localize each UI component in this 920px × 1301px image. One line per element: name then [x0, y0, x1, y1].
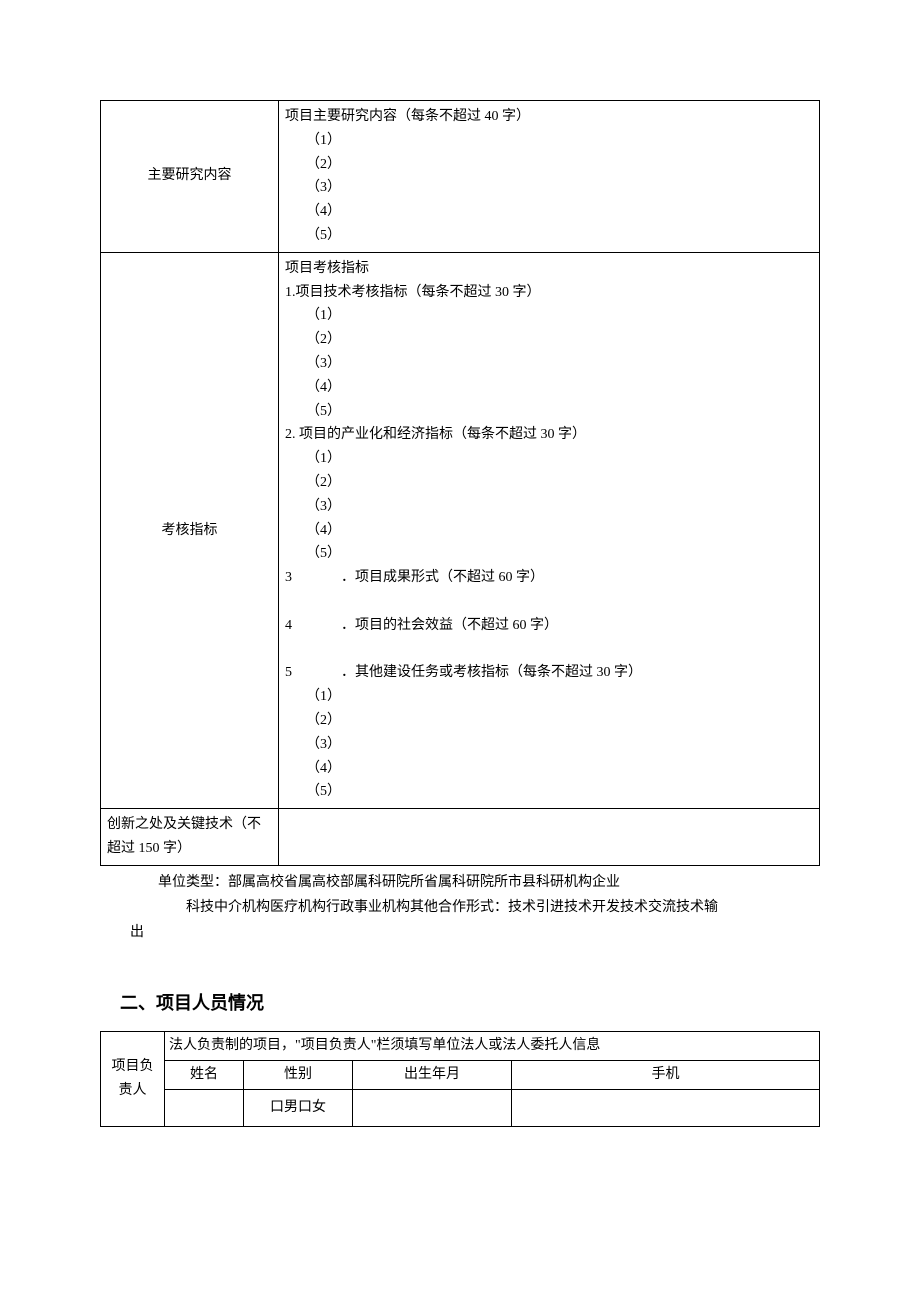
col-header-name: 姓名 [165, 1061, 244, 1090]
value-birth[interactable] [353, 1089, 512, 1126]
table-row: 创新之处及关键技术（不超过 150 字） [101, 809, 820, 866]
table-row: 主要研究内容 项目主要研究内容（每条不超过 40 字） （1） （2） （3） … [101, 101, 820, 253]
list-item: （2） [285, 471, 813, 495]
note-line-3: 出 [130, 920, 800, 945]
section-4-text: ．项目的社会效益（不超过 60 字） [341, 618, 558, 633]
col-header-phone: 手机 [512, 1061, 820, 1090]
section-2-title: 2. 项目的产业化和经济指标（每条不超过 30 字） [285, 423, 813, 447]
section-4-num: 4 [285, 614, 341, 638]
section-1-title: 1.项目技术考核指标（每条不超过 30 字） [285, 281, 813, 305]
list-item: （5） [285, 400, 813, 424]
list-item: （5） [285, 780, 813, 804]
label-project-leader: 项目负责人 [101, 1032, 165, 1127]
note-line-2: 科技中介机构医疗机构行政事业机构其他合作形式：技术引进技术开发技术交流技术输 [130, 895, 800, 920]
label-main-research: 主要研究内容 [101, 101, 279, 253]
content-main-research: 项目主要研究内容（每条不超过 40 字） （1） （2） （3） （4） （5） [279, 101, 820, 253]
list-item: （3） [285, 733, 813, 757]
blank-line [285, 590, 813, 614]
list-item: （4） [285, 519, 813, 543]
col-header-birth: 出生年月 [353, 1061, 512, 1090]
list-item: （1） [285, 129, 813, 153]
label-assessment: 考核指标 [101, 252, 279, 808]
value-name[interactable] [165, 1089, 244, 1126]
section-2-heading: 二、项目人员情况 [120, 989, 820, 1015]
note-line-1: 单位类型：部属高校省属高校部属科研院所省属科研院所市县科研机构企业 [130, 870, 800, 895]
research-header: 项目主要研究内容（每条不超过 40 字） [285, 105, 813, 129]
section-3-title: 3．项目成果形式（不超过 60 字） [285, 566, 813, 590]
form-table-1: 主要研究内容 项目主要研究内容（每条不超过 40 字） （1） （2） （3） … [100, 100, 820, 866]
list-item: （4） [285, 376, 813, 400]
section-5-text: ．其他建设任务或考核指标（每条不超过 30 字） [341, 665, 642, 680]
list-item: （2） [285, 709, 813, 733]
section-5-num: 5 [285, 661, 341, 685]
list-item: （1） [285, 304, 813, 328]
unit-type-notes: 单位类型：部属高校省属高校部属科研院所省属科研院所市县科研机构企业 科技中介机构… [100, 866, 820, 950]
assessment-header: 项目考核指标 [285, 257, 813, 281]
table-row: 考核指标 项目考核指标 1.项目技术考核指标（每条不超过 30 字） （1） （… [101, 252, 820, 808]
list-item: （4） [285, 757, 813, 781]
blank-line [285, 638, 813, 662]
content-assessment: 项目考核指标 1.项目技术考核指标（每条不超过 30 字） （1） （2） （3… [279, 252, 820, 808]
col-header-gender: 性别 [244, 1061, 353, 1090]
table-row: 口男口女 [101, 1089, 820, 1126]
section-4-title: 4．项目的社会效益（不超过 60 字） [285, 614, 813, 638]
form-table-2: 项目负责人 法人负责制的项目，"项目负责人"栏须填写单位法人或法人委托人信息 姓… [100, 1031, 820, 1127]
list-item: （5） [285, 224, 813, 248]
content-innovation [279, 809, 820, 866]
value-phone[interactable] [512, 1089, 820, 1126]
list-item: （3） [285, 176, 813, 200]
section-3-text: ．项目成果形式（不超过 60 字） [341, 570, 544, 585]
list-item: （1） [285, 447, 813, 471]
table-row: 姓名 性别 出生年月 手机 [101, 1061, 820, 1090]
section-3-num: 3 [285, 566, 341, 590]
list-item: （4） [285, 200, 813, 224]
list-item: （5） [285, 542, 813, 566]
list-item: （3） [285, 495, 813, 519]
list-item: （2） [285, 153, 813, 177]
list-item: （3） [285, 352, 813, 376]
value-gender[interactable]: 口男口女 [244, 1089, 353, 1126]
table-row: 项目负责人 法人负责制的项目，"项目负责人"栏须填写单位法人或法人委托人信息 [101, 1032, 820, 1061]
list-item: （2） [285, 328, 813, 352]
section-5-title: 5．其他建设任务或考核指标（每条不超过 30 字） [285, 661, 813, 685]
list-item: （1） [285, 685, 813, 709]
label-innovation: 创新之处及关键技术（不超过 150 字） [101, 809, 279, 866]
project-leader-note: 法人负责制的项目，"项目负责人"栏须填写单位法人或法人委托人信息 [165, 1032, 820, 1061]
